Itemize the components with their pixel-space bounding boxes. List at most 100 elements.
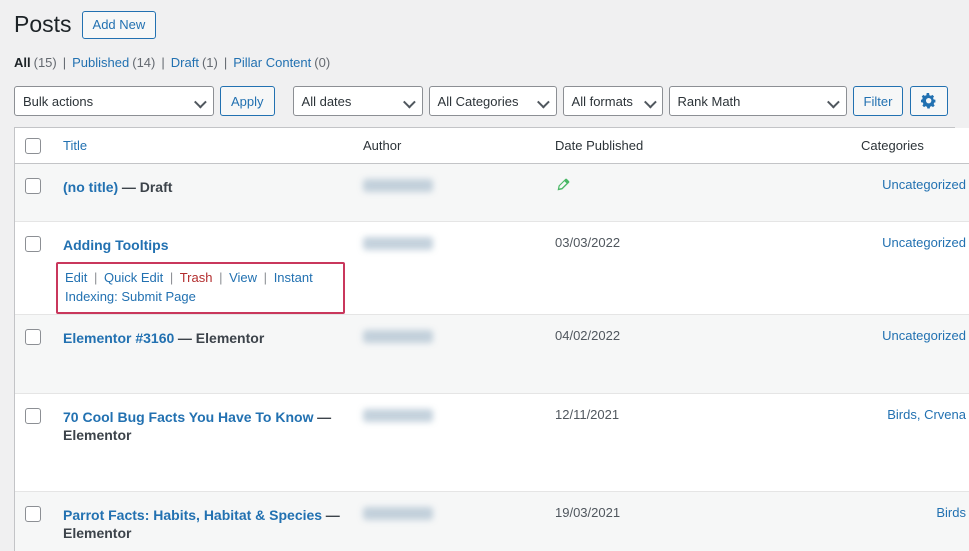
chevron-down-icon (828, 98, 839, 105)
post-title-suffix: — Elementor (178, 330, 264, 346)
status-link-all-count: (15) (34, 55, 57, 70)
row-actions: Edit | Quick Edit | Trash | View | Insta… (63, 259, 363, 314)
post-date: 12/11/2021 (555, 407, 619, 422)
apply-button[interactable]: Apply (220, 86, 275, 116)
pencil-icon[interactable] (555, 176, 572, 193)
column-header-title-label[interactable]: Title (63, 138, 87, 153)
row-action-separator: | (170, 270, 173, 285)
post-date: 04/02/2022 (555, 328, 620, 343)
row-date-cell: 03/03/2022 (555, 221, 861, 314)
rank-math-filter-select[interactable]: Rank Math (669, 86, 847, 116)
row-select-checkbox[interactable] (25, 236, 41, 252)
status-link-published[interactable]: Published (14) | (72, 55, 171, 70)
page-header: Posts Add New (0, 0, 969, 42)
row-select-checkbox[interactable] (25, 178, 41, 194)
chevron-down-icon (645, 98, 656, 105)
category-link[interactable]: Uncategorized (882, 235, 966, 250)
posts-table-container: Title Author Date Published Categories (14, 127, 955, 551)
chevron-down-icon (404, 98, 415, 105)
row-action-edit[interactable]: Edit (65, 270, 87, 285)
status-link-published-label[interactable]: Published (72, 55, 129, 70)
row-checkbox-cell (15, 393, 63, 491)
post-title-suffix: — Draft (122, 179, 173, 195)
column-header-categories-label: Categories (861, 138, 924, 153)
post-title-link[interactable]: Adding Tooltips (63, 237, 169, 253)
rank-math-filter-value: Rank Math (678, 94, 741, 109)
row-author-cell (363, 491, 555, 551)
row-title-cell: Elementor #3160 — Elementor (63, 314, 363, 393)
status-link-pillar-content[interactable]: Pillar Content (0) (233, 55, 330, 70)
bulk-actions-value: Bulk actions (23, 94, 93, 109)
dates-filter-value: All dates (302, 94, 352, 109)
row-author-cell (363, 221, 555, 314)
row-categories-cell: Uncategorized (861, 314, 969, 393)
row-author-cell (363, 393, 555, 491)
row-actions-highlight-box: Edit | Quick Edit | Trash | View | Insta… (56, 262, 345, 314)
bulk-actions-select[interactable]: Bulk actions (14, 86, 214, 116)
column-header-date: Date Published (555, 128, 861, 163)
dates-filter-select[interactable]: All dates (293, 86, 423, 116)
row-action-trash[interactable]: Trash (180, 270, 213, 285)
post-date: 03/03/2022 (555, 235, 620, 250)
row-categories-cell: Uncategorized (861, 221, 969, 314)
screen-options-gear-button[interactable] (910, 86, 948, 116)
categories-filter-value: All Categories (438, 94, 519, 109)
status-link-all[interactable]: All (15) | (14, 55, 72, 70)
row-action-separator: | (264, 270, 267, 285)
row-action-separator: | (94, 270, 97, 285)
status-link-pillar-content-count: (0) (314, 55, 330, 70)
gear-icon (921, 93, 937, 109)
row-date-cell: 19/03/2021 (555, 491, 861, 551)
column-header-categories: Categories (861, 128, 969, 163)
table-row: Parrot Facts: Habits, Habitat & Species … (15, 491, 969, 551)
table-row: Adding Tooltips Edit | Quick Edit | Tras… (15, 221, 969, 314)
row-action-quick-edit[interactable]: Quick Edit (104, 270, 163, 285)
row-categories-cell: Birds (861, 491, 969, 551)
row-checkbox-cell (15, 491, 63, 551)
table-header-row: Title Author Date Published Categories (15, 128, 969, 163)
chevron-down-icon (538, 98, 549, 105)
author-redacted-blur (363, 179, 433, 192)
post-title-link[interactable]: Parrot Facts: Habits, Habitat & Species (63, 507, 322, 523)
row-checkbox-cell (15, 314, 63, 393)
table-navigation-toolbar: Bulk actions Apply All dates All Categor… (14, 85, 969, 117)
status-link-published-count: (14) (132, 55, 155, 70)
row-select-checkbox[interactable] (25, 329, 41, 345)
table-row: Elementor #3160 — Elementor 04/02/2022 U… (15, 314, 969, 393)
status-link-draft-label[interactable]: Draft (171, 55, 199, 70)
formats-filter-value: All formats (572, 94, 633, 109)
row-title-cell: (no title) — Draft (63, 163, 363, 221)
status-separator: | (161, 55, 164, 70)
status-link-all-label[interactable]: All (14, 55, 31, 70)
filter-button[interactable]: Filter (853, 86, 904, 116)
chevron-down-icon (195, 98, 206, 105)
category-link[interactable]: Birds, Crvena (887, 407, 966, 422)
select-all-checkbox[interactable] (25, 138, 41, 154)
column-header-author: Author (363, 128, 555, 163)
status-link-draft[interactable]: Draft (1) | (171, 55, 233, 70)
categories-filter-select[interactable]: All Categories (429, 86, 557, 116)
post-title-link[interactable]: (no title) (63, 179, 118, 195)
post-status-links: All (15) | Published (14) | Draft (1) | … (14, 52, 969, 72)
row-date-cell: 12/11/2021 (555, 393, 861, 491)
author-redacted-blur (363, 409, 433, 422)
column-header-title[interactable]: Title (63, 128, 363, 163)
status-link-pillar-content-label[interactable]: Pillar Content (233, 55, 311, 70)
row-select-checkbox[interactable] (25, 408, 41, 424)
formats-filter-select[interactable]: All formats (563, 86, 663, 116)
row-select-checkbox[interactable] (25, 506, 41, 522)
row-categories-cell: Birds, Crvena (861, 393, 969, 491)
post-title-link[interactable]: 70 Cool Bug Facts You Have To Know (63, 409, 313, 425)
table-body: (no title) — Draft Uncategorized (15, 163, 969, 551)
table-row: (no title) — Draft Uncategorized (15, 163, 969, 221)
add-new-button[interactable]: Add New (82, 11, 157, 39)
category-link[interactable]: Uncategorized (882, 177, 966, 192)
table-head: Title Author Date Published Categories (15, 128, 969, 163)
row-action-separator: | (219, 270, 222, 285)
author-redacted-blur (363, 237, 433, 250)
row-title-cell: Adding Tooltips Edit | Quick Edit | Tras… (63, 221, 363, 314)
post-title-link[interactable]: Elementor #3160 (63, 330, 174, 346)
row-checkbox-cell (15, 163, 63, 221)
category-link[interactable]: Uncategorized (882, 328, 966, 343)
row-action-view[interactable]: View (229, 270, 257, 285)
